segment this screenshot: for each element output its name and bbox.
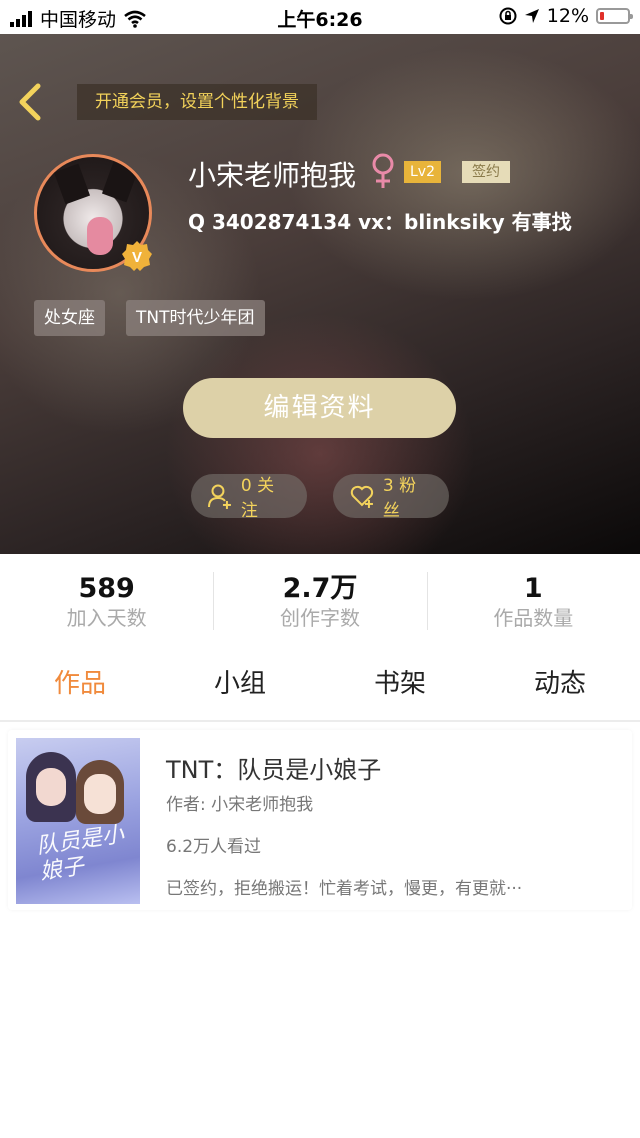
book-description: 已签约，拒绝搬运！忙着考试，慢更，有更就··· <box>166 879 523 899</box>
following-count: 0 关注 <box>240 476 275 521</box>
book-title[interactable]: TNT：队员是小娘子 <box>166 750 381 785</box>
battery-icon <box>596 8 633 24</box>
rotation-lock-icon <box>499 7 517 25</box>
book-author: 作者: 小宋老师抱我 <box>166 795 314 815</box>
cover-title-art: 队员是小娘子 <box>34 822 126 886</box>
book-card[interactable]: 队员是小娘子 TNT：队员是小娘子 作者: 小宋老师抱我 6.2万人看过 已签约… <box>8 730 632 910</box>
chevron-left-icon[interactable] <box>14 82 50 122</box>
profile-bio: Q 3402874134 vx：blinksiky 有事找 <box>188 210 572 234</box>
tab-bookshelf[interactable]: 书架 <box>320 644 480 720</box>
status-right: 12% <box>499 5 633 27</box>
profile-header: 开通会员，设置个性化背景 V 小宋老师抱我 Lv2 签约 Q 340287413… <box>0 34 640 554</box>
tab-activity[interactable]: 动态 <box>480 644 640 720</box>
svg-text:V: V <box>132 249 142 266</box>
level-badge: Lv2 <box>404 161 441 183</box>
battery-percent: 12% <box>546 5 589 27</box>
following-button[interactable]: 0 关注 <box>191 474 307 521</box>
fans-count: 3 粉丝 <box>382 476 417 521</box>
stat-value: 589 <box>78 573 135 604</box>
stat-word-count: 2.7万 创作字数 <box>213 554 426 644</box>
user-add-icon <box>207 484 231 509</box>
tag-fandom[interactable]: TNT时代少年团 <box>126 300 265 336</box>
profile-tabs: 作品 小组 书架 动态 <box>0 644 640 722</box>
vip-banner[interactable]: 开通会员，设置个性化背景 <box>77 84 317 120</box>
stat-value: 1 <box>523 573 543 604</box>
tab-works[interactable]: 作品 <box>0 644 160 720</box>
edit-profile-button[interactable]: 编辑资料 <box>183 378 456 438</box>
stat-value: 2.7万 <box>282 573 358 604</box>
verified-badge-icon: V <box>122 241 152 271</box>
stat-join-days: 589 加入天数 <box>0 554 213 644</box>
heart-add-icon <box>350 485 374 508</box>
location-arrow-icon <box>524 9 539 23</box>
signed-badge: 签约 <box>462 161 510 183</box>
stat-label: 创作字数 <box>279 606 360 630</box>
tab-groups[interactable]: 小组 <box>160 644 320 720</box>
stats-row: 589 加入天数 2.7万 创作字数 1 作品数量 <box>0 554 640 644</box>
stat-label: 加入天数 <box>66 606 147 630</box>
book-views: 6.2万人看过 <box>166 837 262 857</box>
status-bar: 中国移动 上午6:26 12% <box>0 0 640 34</box>
stat-works-count: 1 作品数量 <box>426 554 640 644</box>
tag-zodiac[interactable]: 处女座 <box>34 300 105 336</box>
fans-button[interactable]: 3 粉丝 <box>333 474 449 521</box>
book-cover[interactable]: 队员是小娘子 <box>16 738 140 904</box>
username: 小宋老师抱我 <box>188 159 357 192</box>
female-icon <box>372 153 394 188</box>
stat-label: 作品数量 <box>493 606 574 630</box>
